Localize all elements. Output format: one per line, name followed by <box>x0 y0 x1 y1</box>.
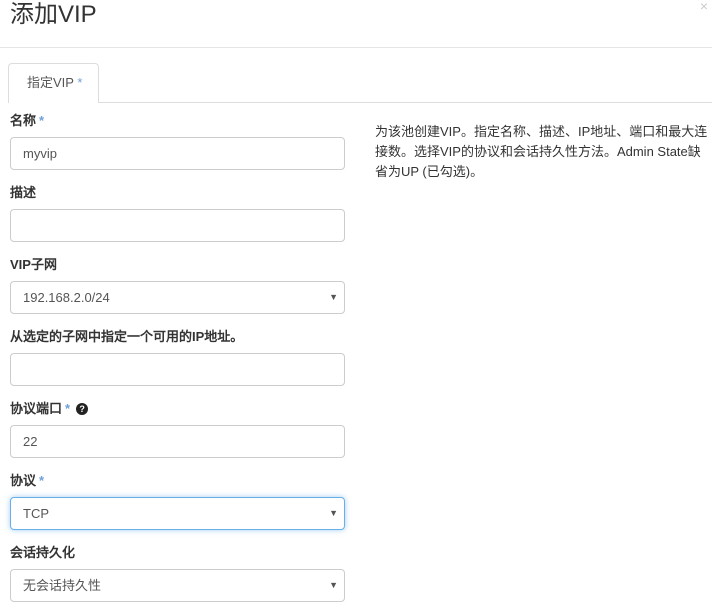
name-label: 名称 * <box>10 112 345 129</box>
question-circle-icon[interactable]: ? <box>76 402 89 415</box>
required-marker: * <box>77 75 83 90</box>
session-persistence-label: 会话持久化 <box>10 544 345 561</box>
tab-specify-vip[interactable]: 指定VIP * <box>8 63 99 103</box>
chevron-down-icon: ▼ <box>329 508 338 518</box>
protocol-port-label: 协议端口 *? <box>10 400 345 417</box>
vip-subnet-label: VIP子网 <box>10 256 345 273</box>
selected-value: TCP <box>23 506 49 521</box>
ip-address-field-group: 从选定的子网中指定一个可用的IP地址。 <box>10 328 345 386</box>
description-field-group: 描述 <box>10 184 345 242</box>
selected-value: 无会话持久性 <box>23 578 102 593</box>
input-value: myvip <box>23 146 57 161</box>
help-description: 为该池创建VIP。指定名称、描述、IP地址、端口和最大连接数。选择VIP的协议和… <box>375 124 708 179</box>
chevron-down-icon: ▼ <box>329 580 338 590</box>
session-persistence-field-group: 会话持久化无会话持久性 ▼ <box>10 544 345 602</box>
ip-address-label: 从选定的子网中指定一个可用的IP地址。 <box>10 328 345 345</box>
name-field-group: 名称 * myvip <box>10 112 345 170</box>
vip-subnet-field-group: VIP子网 192.168.2.0/24 ▼ <box>10 256 345 314</box>
tab-bar-border <box>8 102 712 103</box>
modal-title: 添加VIP <box>10 1 97 28</box>
required-marker: * <box>39 113 45 128</box>
description-label: 描述 <box>10 184 345 201</box>
chevron-down-icon: ▼ <box>329 292 338 302</box>
label-text: 协议 <box>10 473 37 488</box>
protocol-port-input[interactable]: 22 <box>10 425 345 458</box>
protocol-field-group: 协议 * TCP ▼ <box>10 472 345 530</box>
label-text: 名称 <box>10 113 37 128</box>
name-input[interactable]: myvip <box>10 137 345 170</box>
label-text: 会话持久化 <box>10 545 76 560</box>
protocol-port-field-group: 协议端口 *? 22 <box>10 400 345 458</box>
close-icon[interactable]: × <box>700 0 708 14</box>
protocol-label: 协议 * <box>10 472 345 489</box>
tab-label: 指定VIP <box>27 75 74 90</box>
session-persistence-select[interactable]: 无会话持久性 ▼ <box>10 569 345 602</box>
label-text: 描述 <box>10 185 37 200</box>
ip-address-input[interactable] <box>10 353 345 386</box>
vip-subnet-select[interactable]: 192.168.2.0/24 ▼ <box>10 281 345 314</box>
protocol-select[interactable]: TCP ▼ <box>10 497 345 530</box>
input-value: 22 <box>23 434 38 449</box>
required-marker: * <box>65 401 71 416</box>
label-text: 协议端口 <box>10 401 63 416</box>
label-text: VIP子网 <box>10 257 57 272</box>
label-text: 从选定的子网中指定一个可用的IP地址。 <box>10 329 244 344</box>
description-input[interactable] <box>10 209 345 242</box>
header-divider <box>0 47 712 48</box>
selected-value: 192.168.2.0/24 <box>23 290 110 305</box>
required-marker: * <box>39 473 45 488</box>
